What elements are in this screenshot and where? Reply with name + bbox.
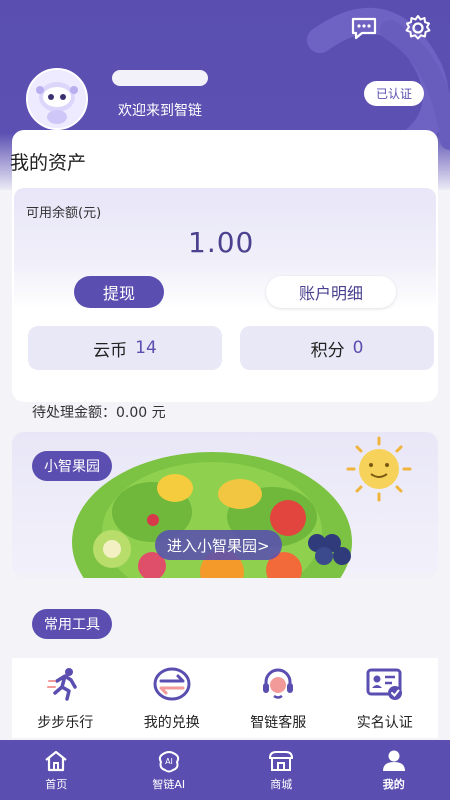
tool-label: 我的兑换	[143, 715, 200, 731]
tab-shop[interactable]: 商城	[225, 740, 338, 800]
tab-home[interactable]: 首页	[0, 740, 113, 800]
tool-label: 实名认证	[356, 715, 413, 731]
tab-profile[interactable]: 我的	[338, 740, 450, 800]
tab-label: 我的	[382, 777, 405, 791]
settings-icon[interactable]	[402, 12, 434, 44]
sun-icon	[346, 436, 412, 502]
tab-label: 商城	[270, 777, 293, 791]
account-detail-button[interactable]: 账户明细	[266, 276, 396, 308]
customer-service-icon	[258, 666, 298, 702]
profile-icon	[382, 750, 405, 771]
bottom-tabbar: 首页 AI 智链AI 商城 我的	[0, 740, 450, 800]
welcome-text: 欢迎来到智链	[118, 103, 202, 119]
avatar[interactable]	[26, 68, 88, 130]
tool-steps[interactable]: 步步乐行	[12, 658, 119, 738]
pending-amount: 待处理金额：0.00 元	[32, 405, 166, 421]
tab-label: 智链AI	[152, 777, 186, 791]
running-icon	[45, 666, 85, 702]
svg-text:AI: AI	[165, 757, 173, 766]
verified-badge[interactable]: 已认证	[363, 81, 424, 106]
enter-orchard-button[interactable]: 进入小智果园>	[155, 530, 282, 560]
points-pill[interactable]: 积分 0	[240, 326, 434, 370]
tab-label: 首页	[45, 777, 68, 791]
tool-exchange[interactable]: 我的兑换	[119, 658, 226, 738]
tool-customer-service[interactable]: 智链客服	[225, 658, 332, 738]
orchard-tag: 小智果园	[32, 451, 112, 481]
cloud-coin-pill[interactable]: 云币 14	[28, 326, 222, 370]
withdraw-button[interactable]: 提现	[74, 276, 164, 308]
shop-icon	[269, 750, 294, 771]
id-card-icon	[365, 666, 405, 702]
points-label: 积分	[310, 340, 345, 361]
tool-label: 智链客服	[250, 715, 307, 731]
top-actions	[348, 12, 434, 44]
message-icon[interactable]	[348, 12, 380, 44]
exchange-icon	[152, 666, 192, 702]
cloud-coin-value: 14	[135, 338, 157, 358]
username-redaction	[112, 70, 208, 86]
balance-value: 1.00	[188, 226, 255, 259]
tab-ai[interactable]: AI 智链AI	[113, 740, 226, 800]
home-icon	[45, 750, 67, 771]
ai-icon: AI	[158, 750, 179, 772]
tool-label: 步步乐行	[37, 715, 94, 731]
points-value: 0	[352, 338, 364, 358]
assets-title: 我的资产	[10, 152, 87, 174]
cloud-coin-label: 云币	[93, 340, 128, 361]
tools-row: 步步乐行 我的兑换 智链客服 实名认证	[12, 658, 438, 738]
balance-label: 可用余额(元)	[26, 206, 102, 221]
robot-avatar-icon	[28, 70, 86, 128]
tool-real-name[interactable]: 实名认证	[332, 658, 439, 738]
common-tools-tag: 常用工具	[32, 609, 112, 639]
